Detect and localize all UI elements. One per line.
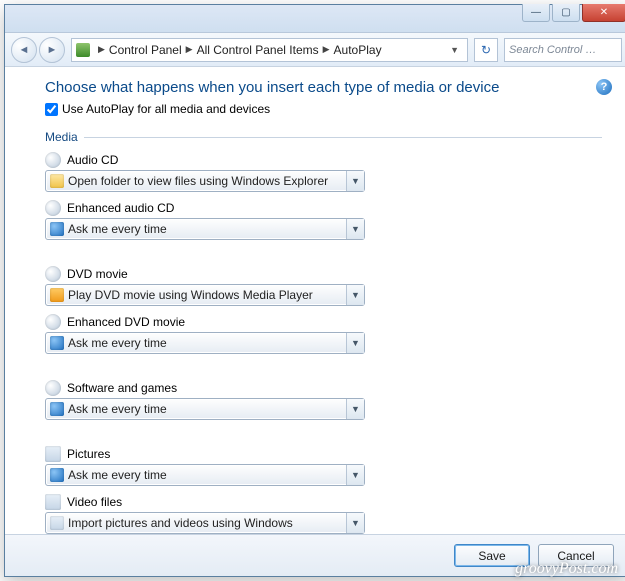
chevron-down-icon: ▼ [346,285,364,305]
media-item: Enhanced audio CD Ask me every time▼ [45,200,602,240]
media-action-dropdown[interactable]: Ask me every time▼ [45,332,365,354]
spacer [45,354,602,372]
breadcrumb-sep: ▶ [186,44,193,55]
selected-action-text: Ask me every time [68,468,346,482]
chevron-down-icon: ▼ [346,465,364,485]
disc-icon [45,380,61,396]
cancel-button[interactable]: Cancel [538,544,614,567]
selected-action-icon [50,336,64,350]
media-item-label-row: Enhanced audio CD [45,200,602,216]
pic-icon [45,446,61,462]
save-button[interactable]: Save [454,544,530,567]
media-item: Software and games Ask me every time▼ [45,380,602,420]
breadcrumb-item[interactable]: AutoPlay [334,43,382,57]
media-action-dropdown[interactable]: Ask me every time▼ [45,218,365,240]
refresh-button[interactable]: ↻ [474,38,498,62]
media-action-dropdown[interactable]: Ask me every time▼ [45,464,365,486]
divider [84,137,602,138]
help-icon[interactable]: ? [596,79,612,95]
media-item: Video files Import pictures and videos us… [45,494,602,534]
breadcrumb-sep: ▶ [98,44,105,55]
media-group-header: Media [45,130,602,144]
chevron-down-icon: ▼ [346,513,364,533]
selected-action-icon [50,174,64,188]
minimize-button[interactable]: — [522,4,550,22]
media-list: Audio CD Open folder to view files using … [45,152,602,534]
disc-icon [45,266,61,282]
media-item-label-row: DVD movie [45,266,602,282]
close-button[interactable]: ✕ [582,4,625,22]
media-action-dropdown[interactable]: Import pictures and videos using Windows… [45,512,365,534]
chevron-down-icon: ▼ [346,171,364,191]
media-item: Enhanced DVD movie Ask me every time▼ [45,314,602,354]
breadcrumb-sep: ▶ [323,44,330,55]
media-item-label: Software and games [67,381,177,395]
media-item: Pictures Ask me every time▼ [45,446,602,486]
autoplay-all-checkbox[interactable] [45,103,58,116]
media-action-dropdown[interactable]: Play DVD movie using Windows Media Playe… [45,284,365,306]
selected-action-text: Ask me every time [68,402,346,416]
selected-action-icon [50,222,64,236]
media-item-label: DVD movie [67,267,128,281]
selected-action-icon [50,468,64,482]
breadcrumb[interactable]: ▶ Control Panel ▶ All Control Panel Item… [71,38,468,62]
media-item-label: Enhanced DVD movie [67,315,185,329]
media-item-label-row: Software and games [45,380,602,396]
spacer [45,240,602,258]
media-item: DVD movie Play DVD movie using Windows Me… [45,266,602,306]
selected-action-text: Import pictures and videos using Windows [68,516,346,530]
spacer [45,420,602,438]
media-group-label: Media [45,130,78,144]
autoplay-all-label: Use AutoPlay for all media and devices [62,102,270,116]
disc-icon [45,152,61,168]
disc-icon [45,314,61,330]
selected-action-icon [50,402,64,416]
selected-action-text: Open folder to view files using Windows … [68,174,346,188]
search-input[interactable]: Search Control … [504,38,622,62]
search-placeholder: Search Control … [509,44,596,56]
media-item-label: Enhanced audio CD [67,201,174,215]
navigation-bar: ◄ ► ▶ Control Panel ▶ All Control Panel … [5,33,625,67]
media-item: Audio CD Open folder to view files using … [45,152,602,192]
media-item-label: Pictures [67,447,110,461]
back-button[interactable]: ◄ [11,37,37,63]
page-title: Choose what happens when you insert each… [45,79,602,96]
chevron-down-icon: ▼ [346,219,364,239]
control-panel-icon [76,43,90,57]
titlebar: — ▢ ✕ [5,5,625,33]
selected-action-text: Play DVD movie using Windows Media Playe… [68,288,346,302]
media-item-label-row: Audio CD [45,152,602,168]
media-item-label-row: Enhanced DVD movie [45,314,602,330]
autoplay-window: — ▢ ✕ ◄ ► ▶ Control Panel ▶ All Control … [4,4,625,577]
media-action-dropdown[interactable]: Open folder to view files using Windows … [45,170,365,192]
chevron-down-icon: ▼ [346,333,364,353]
media-item-label: Video files [67,495,122,509]
selected-action-text: Ask me every time [68,336,346,350]
breadcrumb-item[interactable]: Control Panel [109,43,182,57]
breadcrumb-item[interactable]: All Control Panel Items [197,43,319,57]
footer: Save Cancel [5,534,625,576]
content-area: ? Choose what happens when you insert ea… [5,67,625,534]
media-item-label-row: Pictures [45,446,602,462]
selected-action-icon [50,288,64,302]
autoplay-all-row: Use AutoPlay for all media and devices [45,102,602,116]
media-item-label-row: Video files [45,494,602,510]
selected-action-text: Ask me every time [68,222,346,236]
selected-action-icon [50,516,64,530]
chevron-down-icon: ▼ [346,399,364,419]
disc-icon [45,200,61,216]
window-controls: — ▢ ✕ [522,4,625,22]
maximize-button[interactable]: ▢ [552,4,580,22]
forward-button[interactable]: ► [39,37,65,63]
pic-icon [45,494,61,510]
breadcrumb-dropdown-icon[interactable]: ▼ [446,45,463,55]
media-item-label: Audio CD [67,153,118,167]
media-action-dropdown[interactable]: Ask me every time▼ [45,398,365,420]
